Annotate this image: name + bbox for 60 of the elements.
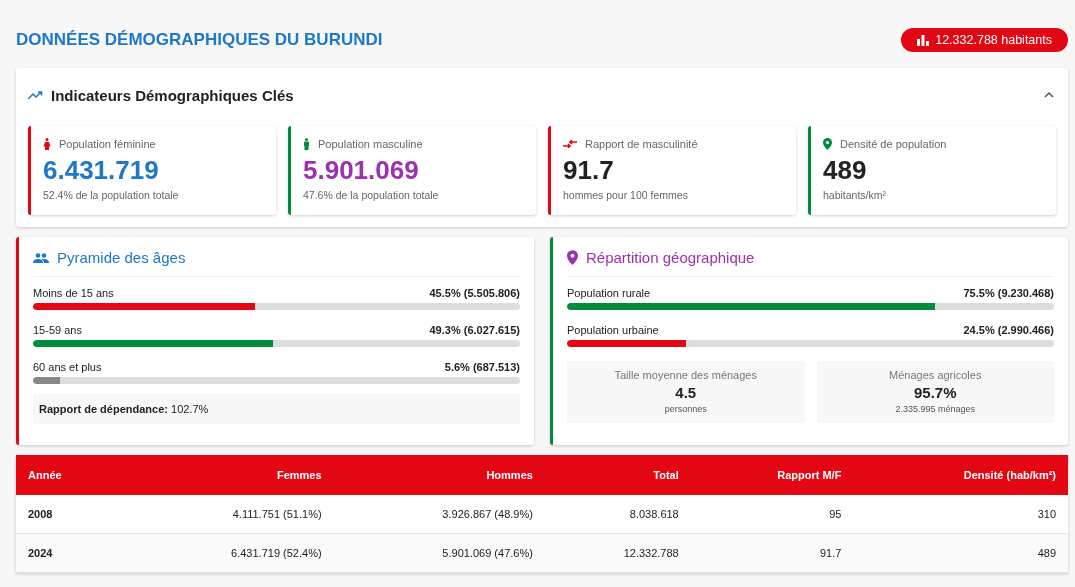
stat-label: Taille moyenne des ménages xyxy=(614,369,757,381)
stat-note: habitants/km² xyxy=(823,189,888,201)
column-header: Rapport M/F xyxy=(690,455,854,495)
dependency-ratio: Rapport de dépendance: 102.7% xyxy=(33,394,520,424)
stat-label: Rapport de masculinité xyxy=(585,138,698,150)
table-cell: 489 xyxy=(853,533,1068,573)
table-cell: 310 xyxy=(853,495,1068,534)
table-cell: 2024 xyxy=(16,533,123,573)
stat-note: 47.6% de la population totale xyxy=(303,189,440,201)
bar-value: 75.5% (9.230.468) xyxy=(963,287,1054,299)
table-cell: 4.111.751 (51.1%) xyxy=(122,495,334,534)
stat-value: 91.7 xyxy=(563,155,615,186)
arrows-icon xyxy=(563,140,577,148)
section-title: Indicateurs Démographiques Clés xyxy=(51,86,294,104)
bar-label: Moins de 15 ans xyxy=(33,287,114,299)
table-cell: 5.901.069 (47.6%) xyxy=(333,533,545,573)
table-cell: 2008 xyxy=(16,495,123,534)
stat-label: Population masculine xyxy=(318,138,423,150)
table-cell: 3.926.867 (48.9%) xyxy=(333,495,545,534)
stat-value: 6.431.719 xyxy=(43,155,160,186)
table-cell: 8.038.618 xyxy=(544,495,691,534)
bar-value: 24.5% (2.990.466) xyxy=(963,324,1054,336)
stat-value: 5.901.069 xyxy=(303,155,420,186)
column-header: Densité (hab/km²) xyxy=(853,455,1068,495)
bar-chart-icon xyxy=(917,34,930,46)
column-header: Hommes xyxy=(333,455,545,495)
male-icon xyxy=(303,138,310,150)
stat-label: Ménages agricoles xyxy=(889,369,982,381)
stat-note: personnes xyxy=(664,404,707,414)
female-icon xyxy=(43,138,51,150)
bar-value: 45.5% (5.505.806) xyxy=(429,287,520,299)
stat-value: 489 xyxy=(823,155,868,186)
column-header: Année xyxy=(16,455,123,495)
stat-note: hommes pour 100 femmes xyxy=(563,189,689,201)
table-cell: 6.431.719 (52.4%) xyxy=(122,533,334,573)
bar-label: 60 ans et plus xyxy=(33,361,102,373)
bar-label: Population rurale xyxy=(567,287,651,299)
stat-value: 95.7% xyxy=(913,384,957,401)
stat-note: 52.4% de la population totale xyxy=(43,189,180,201)
panel-title: Pyramide des âges xyxy=(57,249,186,266)
page-title: DONNÉES DÉMOGRAPHIQUES DU BURUNDI xyxy=(16,30,383,50)
stat-value: 4.5 xyxy=(675,384,697,401)
people-icon xyxy=(33,252,49,263)
column-header: Total xyxy=(544,455,691,495)
table-cell: 95 xyxy=(690,495,854,534)
trending-up-icon xyxy=(28,90,43,100)
column-header: Femmes xyxy=(122,455,334,495)
panel-title: Répartition géographique xyxy=(586,249,755,266)
stat-note: 2.335.995 ménages xyxy=(895,404,976,414)
stat-label: Densité de population xyxy=(840,138,947,150)
stat-label: Population féminine xyxy=(59,138,156,150)
bar-label: 15-59 ans xyxy=(33,324,82,336)
location-pin-icon xyxy=(823,138,832,150)
bar-value: 49.3% (6.027.615) xyxy=(429,324,520,336)
bar-label: Population urbaine xyxy=(567,324,659,336)
location-pin-icon xyxy=(567,250,578,265)
table-cell: 91.7 xyxy=(690,533,854,573)
table-cell: 12.332.788 xyxy=(544,533,691,573)
population-badge: 12.332.788 habitants xyxy=(901,28,1068,52)
bar-value: 5.6% (687.513) xyxy=(444,361,520,373)
